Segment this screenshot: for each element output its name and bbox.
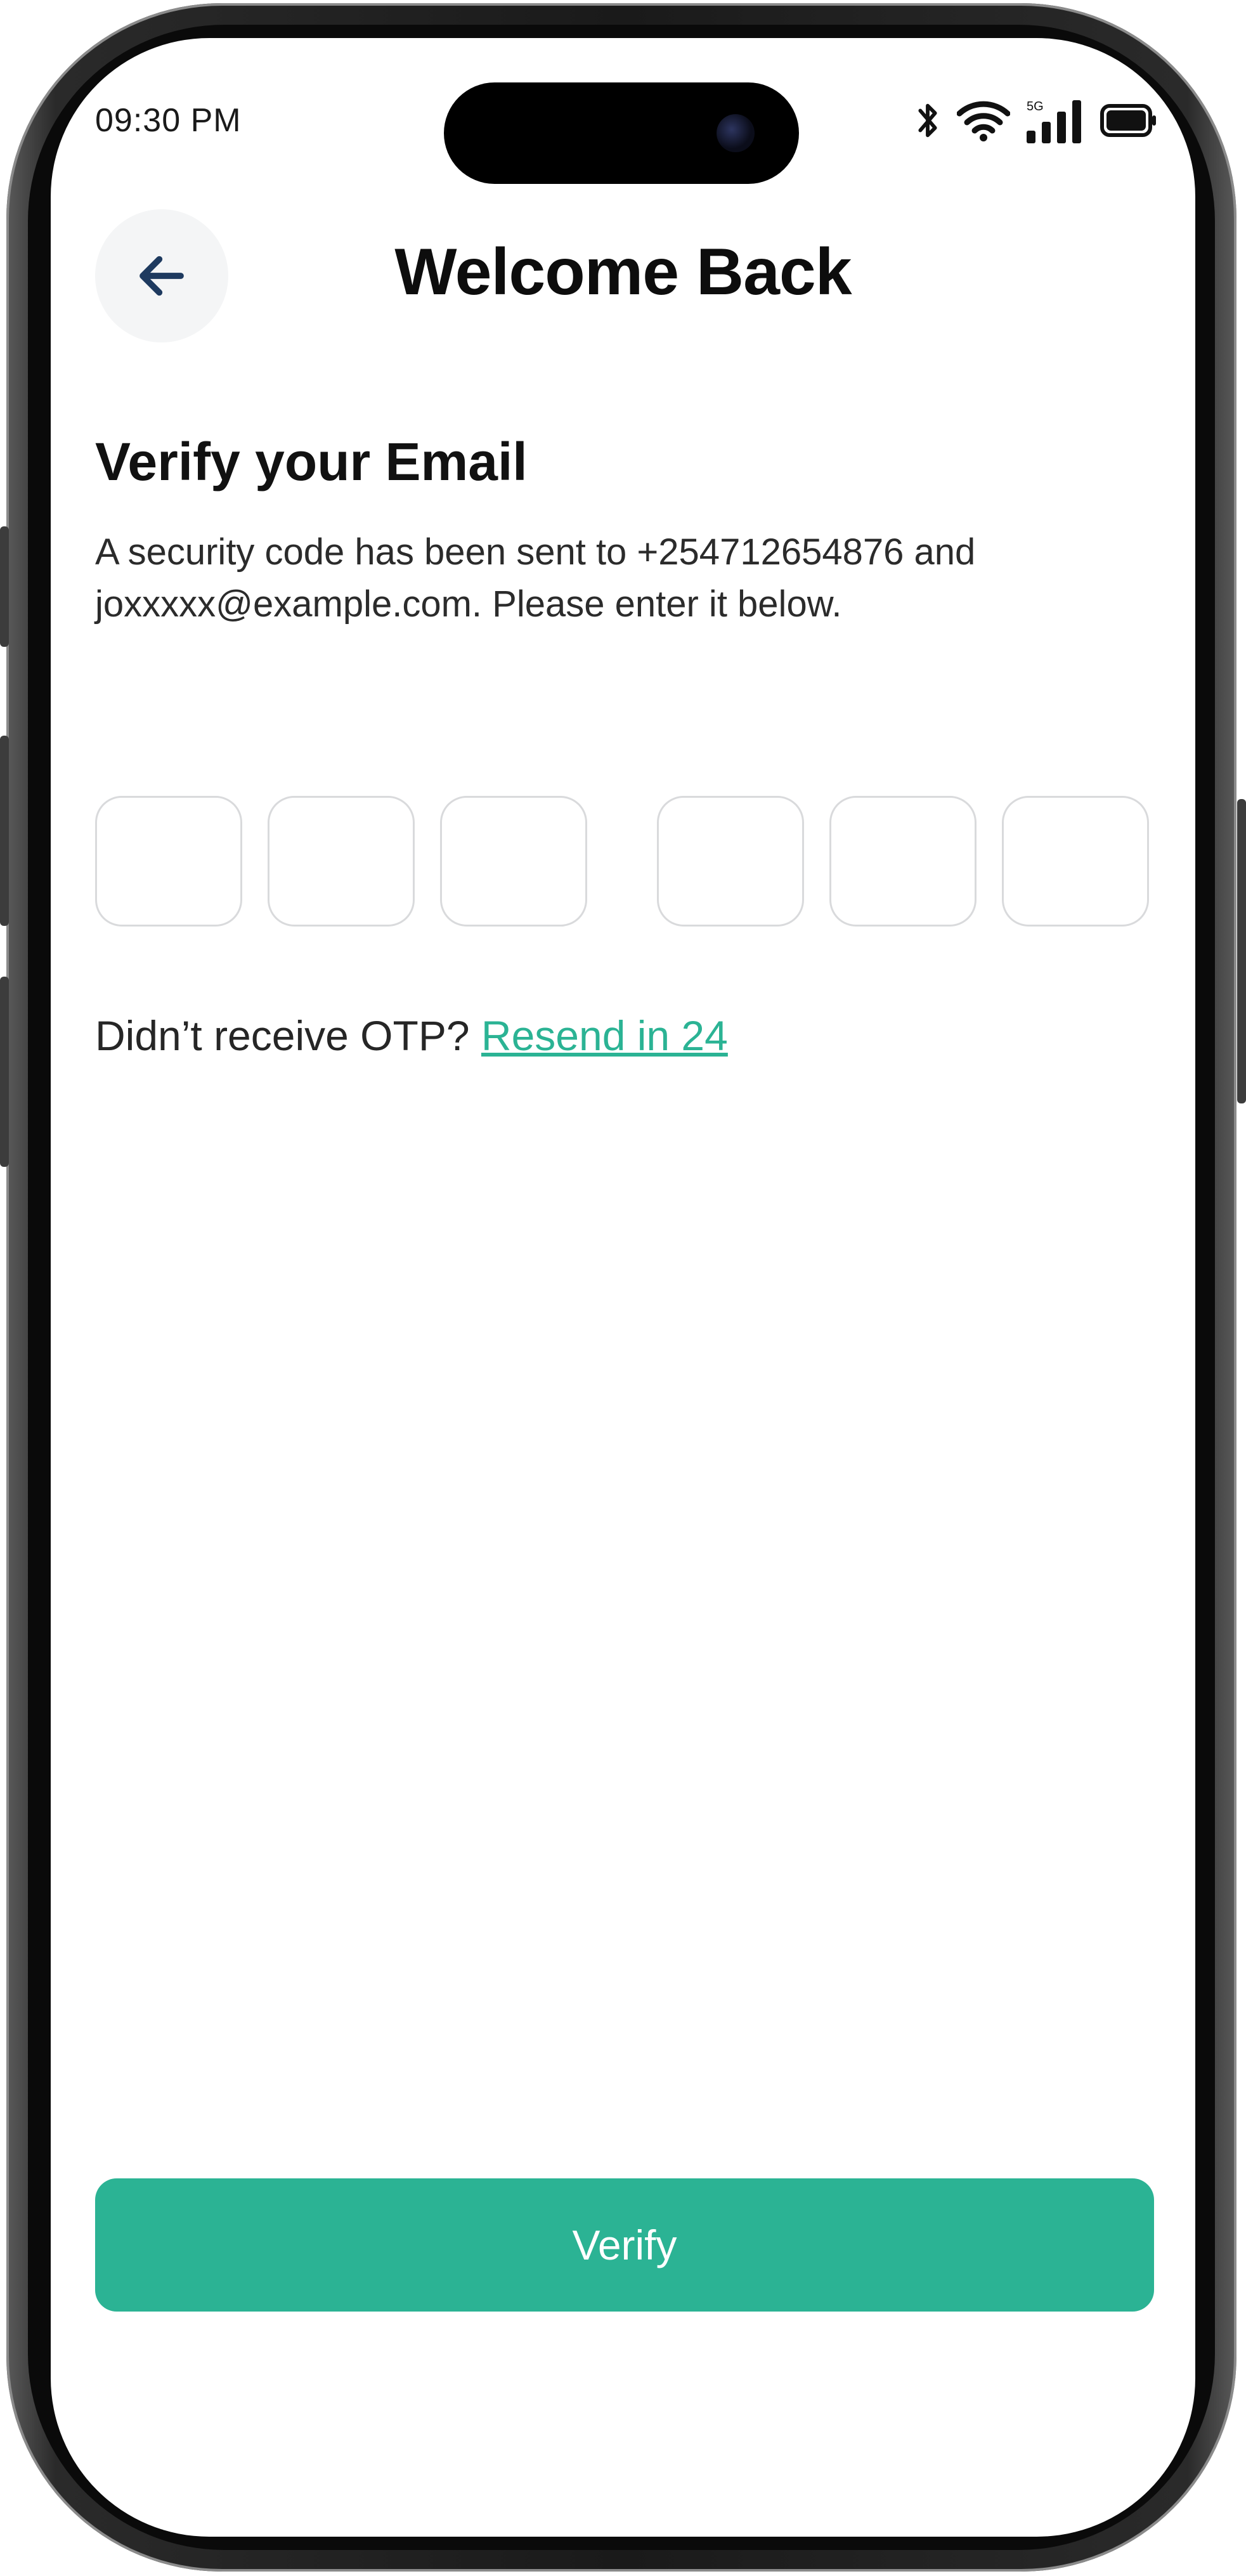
section-heading: Verify your Email: [95, 432, 528, 491]
screen: 09:30 PM 5G Welcome Back Verify your Ema…: [51, 38, 1195, 2537]
otp-digit-6[interactable]: [1002, 796, 1149, 927]
resend-link[interactable]: Resend in 24: [481, 1012, 728, 1059]
camera-icon: [717, 114, 755, 152]
resend-line: Didn’t receive OTP? Resend in 24: [95, 1012, 728, 1060]
resend-prompt: Didn’t receive OTP?: [95, 1012, 470, 1059]
status-icons: 5G: [915, 95, 1157, 146]
otp-digit-5[interactable]: [829, 796, 977, 927]
otp-digit-4[interactable]: [657, 796, 804, 927]
volume-up-button: [0, 736, 9, 926]
power-button: [1237, 799, 1246, 1103]
battery-icon: [1100, 104, 1156, 137]
volume-down-button: [0, 977, 9, 1167]
action-button: [0, 526, 9, 647]
otp-input-group: [95, 796, 1154, 929]
verify-button-label: Verify: [572, 2221, 677, 2268]
cellular-5g-icon: 5G: [1027, 100, 1081, 143]
page-title: Welcome Back: [394, 235, 852, 309]
status-time: 09:30 PM: [95, 102, 242, 139]
otp-digit-3[interactable]: [440, 796, 587, 927]
verify-button[interactable]: Verify: [95, 2178, 1154, 2312]
dynamic-island: [444, 82, 799, 184]
wifi-icon: [957, 101, 1010, 141]
otp-digit-1[interactable]: [95, 796, 242, 927]
bluetooth-icon: [918, 103, 937, 138]
description-text: A security code has been sent to +254712…: [95, 531, 976, 625]
otp-digit-2[interactable]: [268, 796, 415, 927]
network-label: 5G: [1027, 100, 1044, 114]
